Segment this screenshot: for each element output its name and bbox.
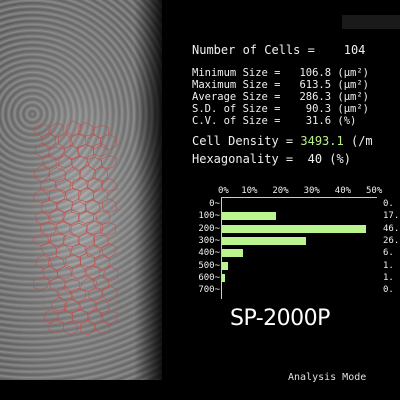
cell-outline [39, 178, 56, 192]
cell-outline [33, 189, 50, 203]
histogram-row-label: 200~ [198, 223, 220, 234]
maximum-size: Maximum Size = 613.5 (μm²) [192, 79, 370, 91]
model-name: SP-2000P [230, 306, 330, 331]
cell-outline [77, 210, 95, 224]
cell-outline [43, 309, 59, 324]
cell-outline [88, 287, 103, 301]
histogram-bar [222, 249, 243, 258]
cell-outline [56, 309, 74, 325]
histogram-bar [222, 273, 226, 282]
number-of-cells: Number of Cells = 104 [192, 43, 366, 57]
mode-label: Analysis Mode [288, 372, 367, 383]
cell-outline [86, 157, 103, 171]
histogram-axis-tick: 20% [272, 186, 289, 196]
histogram-bar [222, 261, 228, 270]
cell-outline [85, 265, 102, 280]
cell-outline [78, 121, 95, 137]
minimum-size: Minimum Size = 106.8 (μm²) [192, 67, 370, 79]
cell-outline [57, 154, 73, 169]
histogram-axis-tick: 0% [218, 186, 229, 196]
histogram-axis-tick: 10% [241, 186, 258, 196]
cell-outline [70, 243, 87, 258]
cell-outline [100, 133, 118, 151]
cell-outline [48, 317, 65, 333]
histogram-bar [222, 224, 367, 233]
histogram-row-label: 600~ [198, 272, 220, 283]
cell-outline [34, 142, 51, 158]
histogram-row-label: 100~ [198, 211, 220, 222]
histogram-row-label: 700~ [198, 285, 220, 296]
histogram-bar [222, 236, 306, 245]
cell-outline-overlay [33, 120, 119, 336]
histogram-row-percent: 17. [383, 211, 400, 222]
histogram-row-percent: 1. [383, 260, 394, 271]
cell-outline [41, 199, 58, 215]
cell-outline [55, 243, 71, 261]
cell-outline [100, 222, 117, 236]
histogram-row-label: 0~ [209, 199, 220, 209]
cell-outline [40, 133, 56, 150]
histogram-top-rule [221, 197, 377, 198]
cell-outline [101, 198, 117, 213]
histogram-row-percent: 0. [383, 199, 394, 209]
cell-outline [87, 133, 102, 150]
cell-outline [57, 266, 72, 280]
histogram-row-percent: 46. [383, 223, 400, 234]
cell-outline [33, 277, 50, 291]
cell-outline [102, 177, 119, 192]
histogram-axis-tick: 30% [303, 186, 320, 196]
cell-outline [34, 123, 51, 137]
histogram-row-percent: 26. [383, 235, 400, 246]
cell-outline [92, 142, 108, 157]
cell-outline [79, 298, 97, 315]
cell-density-unit: (/m [350, 134, 373, 148]
cell-outline [71, 264, 86, 280]
cell-outline [63, 320, 78, 336]
cell-density: Cell Density = 3493.1 (/m [192, 135, 373, 147]
cell-outline [71, 309, 89, 323]
cell-outline [49, 276, 66, 294]
sd-of-size: S.D. of Size = 90.3 (μm²) [192, 103, 370, 115]
cell-outline [70, 222, 88, 238]
cell-outline [102, 285, 119, 303]
histogram-row-percent: 1. [383, 272, 394, 283]
histogram-row-label: 300~ [198, 235, 220, 246]
histogram-axis-tick: 40% [334, 186, 352, 196]
cv-of-size: C.V. of Size = 31.6 (%) [192, 115, 357, 127]
header-box [342, 15, 400, 29]
histogram-row-percent: 0. [383, 285, 394, 296]
cell-density-value: 3493.1 [300, 134, 344, 148]
cell-outline [94, 320, 111, 334]
cell-outline [33, 233, 49, 247]
cell-outline [48, 147, 66, 161]
cell-density-label: Cell Density = [192, 134, 301, 148]
histogram-row-label: 500~ [198, 260, 220, 271]
hexagonality: Hexagonality = 40 (%) [192, 152, 351, 166]
cell-outline [101, 154, 118, 171]
cell-outline [56, 221, 71, 235]
histogram-axis-tick: 50% [366, 186, 383, 196]
histogram-bar [222, 212, 276, 221]
cell-outline [79, 321, 95, 336]
histogram-row-percent: 6. [383, 248, 394, 259]
cell-outline [92, 189, 109, 205]
average-size: Average Size = 286.3 (μm²) [192, 91, 370, 103]
histogram-row-label: 400~ [198, 248, 220, 259]
